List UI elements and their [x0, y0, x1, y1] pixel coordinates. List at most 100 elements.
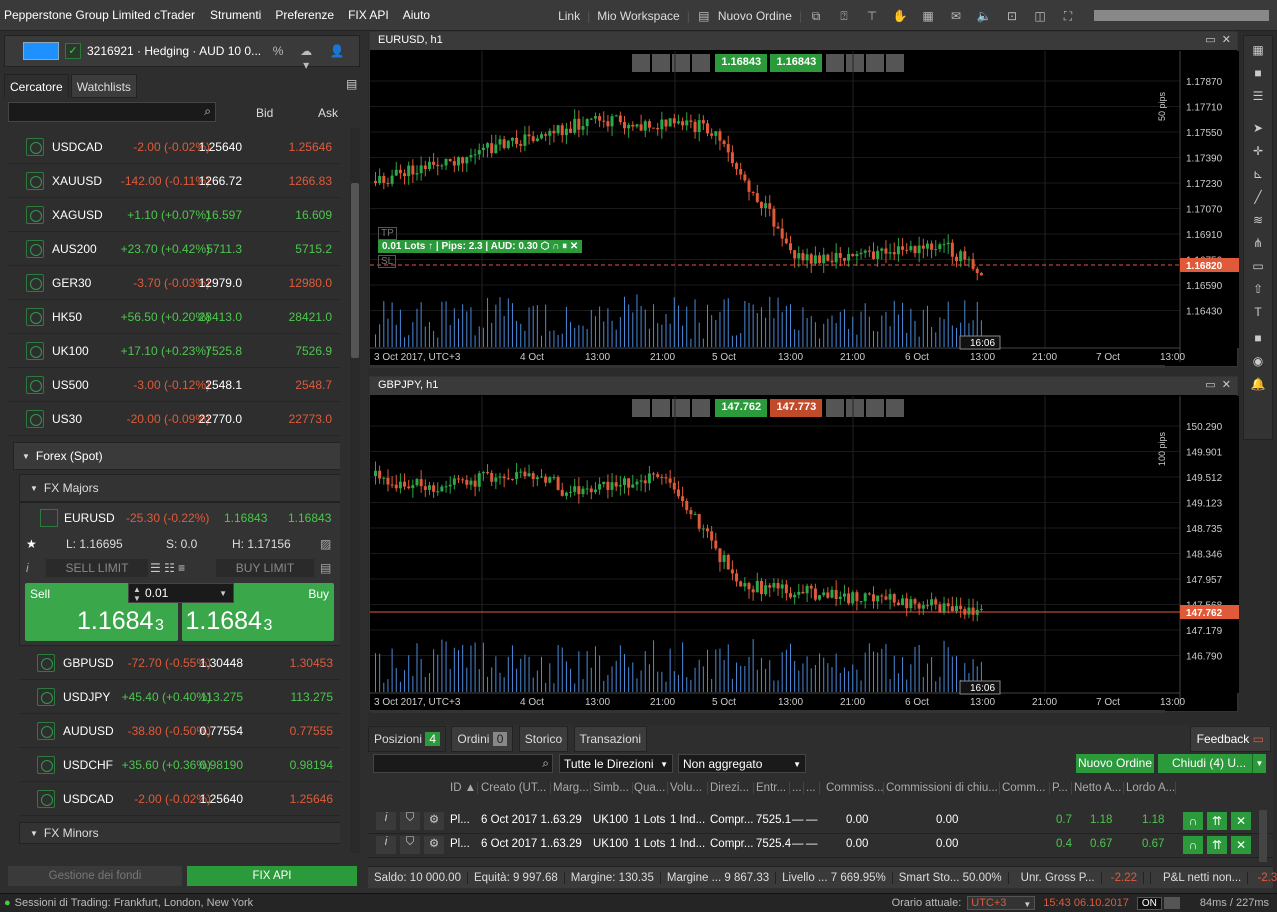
double-up-icon[interactable]: ⇈ [1207, 836, 1227, 854]
bell-icon[interactable]: 🔔 [1249, 375, 1267, 393]
close-position-icon[interactable]: ✕ [1231, 836, 1251, 854]
watch-icon[interactable] [26, 409, 44, 428]
window-controls[interactable]: ▭ ✕ [1205, 378, 1231, 391]
list-item[interactable]: US30 -20.00 (-0.09%) 22770.0 22773.0 [8, 402, 340, 436]
gear-icon[interactable]: ⚙ [424, 812, 444, 830]
sound-icon[interactable]: 🔈 [975, 9, 993, 23]
text-tool-icon[interactable]: T [1249, 303, 1267, 321]
tab-storico[interactable]: Storico [518, 726, 569, 752]
arrow-up-icon[interactable]: ⇧ [1249, 280, 1267, 298]
column-header[interactable]: ... [806, 782, 820, 794]
watch-icon[interactable] [26, 375, 44, 394]
aggregation-select[interactable]: Non aggregato ▼ [678, 754, 806, 773]
info-icon[interactable]: i [26, 561, 29, 575]
column-header[interactable]: Lordo A... [1126, 782, 1176, 794]
column-header[interactable]: Comm... [1002, 782, 1050, 794]
column-header[interactable]: Netto A... [1074, 782, 1124, 794]
watch-icon[interactable] [40, 509, 58, 527]
close-all-button[interactable]: Chiudi (4) U... ▼ [1158, 754, 1266, 773]
account-selector[interactable]: ✓ 3216921 · Hedging · AUD 10 0... % ☁▾ 👤 [4, 35, 360, 72]
list-item[interactable]: USDCAD -2.00 (-0.02%) 1.25640 1.25646 [8, 130, 340, 164]
new-order-button[interactable]: Nuovo Ordine [1076, 754, 1154, 773]
calculator-icon[interactable]: ▦ [919, 9, 937, 23]
column-header[interactable]: Creato (UT... [481, 782, 551, 794]
list-item[interactable]: AUS200 +23.70 (+0.42%) 5711.3 5715.2 [8, 232, 340, 266]
subgroup-fx-minors[interactable]: FX Minors [19, 822, 340, 844]
column-header[interactable]: Qua... [634, 782, 668, 794]
new-order-menu-button[interactable]: Nuovo Ordine [718, 9, 799, 23]
alert-icon[interactable]: ⍰ [835, 9, 853, 23]
info-icon[interactable]: i [376, 812, 396, 830]
feedback-button[interactable]: Feedback ▭ [1189, 726, 1271, 752]
window-controls[interactable]: ▭ ✕ [1205, 33, 1231, 46]
percent-icon[interactable]: % [269, 44, 287, 58]
left-scrollbar[interactable] [350, 128, 360, 853]
column-header[interactable]: Simb... [593, 782, 633, 794]
split-icon[interactable]: ◫ [1031, 9, 1049, 23]
chart-icon[interactable]: ▨ [320, 537, 331, 551]
tab-watchlists[interactable]: Watchlists [70, 74, 137, 98]
list-item[interactable]: GER30 -3.70 (-0.03%) 12979.0 12980.0 [8, 266, 340, 300]
double-up-icon[interactable]: ⇈ [1207, 812, 1227, 830]
list-item[interactable]: AUDUSD -38.80 (-0.50%) 0.77554 0.77555 [19, 714, 340, 748]
star-icon[interactable]: ★ [26, 537, 37, 551]
toggle-on[interactable]: ON [1136, 896, 1162, 910]
positions-search-input[interactable]: ⌕ [373, 754, 553, 773]
positions-scrollbar[interactable] [1259, 810, 1267, 862]
watch-icon[interactable] [26, 171, 44, 190]
watchlist-doc-icon[interactable]: ▤ [346, 77, 357, 91]
layout-icon[interactable]: ⧉ [807, 9, 825, 23]
fullscreen-icon[interactable]: ⛶ [1059, 9, 1077, 23]
watch-icon[interactable] [26, 273, 44, 292]
menu-strumenti[interactable]: Strumenti [203, 8, 268, 22]
list-item[interactable]: HK50 +56.50 (+0.20%) 28413.0 28421.0 [8, 300, 340, 334]
fibonacci-icon[interactable]: ≋ [1249, 211, 1267, 229]
funds-button[interactable]: Gestione dei fondi [8, 866, 182, 886]
menu-preferenze[interactable]: Preferenze [268, 8, 341, 22]
buy-limit-button[interactable]: BUY LIMIT [216, 559, 314, 577]
timezone-select[interactable]: UTC+3 ▼ [967, 896, 1036, 910]
undo-icon[interactable]: ∩ [1183, 836, 1203, 854]
undo-icon[interactable]: ∩ [1183, 812, 1203, 830]
list-item[interactable]: US500 -3.00 (-0.12%) 2548.1 2548.7 [8, 368, 340, 402]
symbol-search-input[interactable]: ⌕ [8, 102, 216, 122]
watch-icon[interactable] [26, 137, 44, 156]
column-header[interactable]: Direzi... [710, 782, 754, 794]
table-row[interactable]: i ⛉ ⚙ Pl... 6 Oct 2017 1... 63.29 UK100 1 Lot… [368, 834, 1273, 858]
column-header[interactable]: Entr... [756, 782, 790, 794]
link-button[interactable]: Link [551, 9, 587, 23]
reverse-button[interactable]: ∩ ⇈ ✕ [1183, 812, 1255, 830]
list-item[interactable]: USDCHF +35.60 (+0.36%) 0.98190 0.98194 [19, 748, 340, 782]
list-item[interactable]: XAUUSD -142.00 (-0.11%) 1266.72 1266.83 [8, 164, 340, 198]
watch-icon[interactable] [37, 755, 55, 774]
shield-icon[interactable]: ⛉ [400, 836, 420, 854]
column-header[interactable]: P... [1052, 782, 1072, 794]
gbpjpy-chart-canvas[interactable]: 150.290 149.901 149.512 149.123 148.735 148.3… [370, 396, 1239, 713]
direction-select[interactable]: Tutte le Direzioni ▼ [559, 754, 673, 773]
ruler-icon[interactable]: ⊾ [1249, 165, 1267, 183]
camera-icon[interactable]: ◉ [1249, 352, 1267, 370]
sell-limit-button[interactable]: SELL LIMIT [46, 559, 148, 577]
single-layout-icon[interactable]: ■ [1249, 64, 1267, 82]
doc-icon[interactable]: ▤ [320, 561, 331, 575]
color-swatch-icon[interactable]: ■ [1249, 329, 1267, 347]
column-header[interactable]: ID ▲ [450, 782, 478, 794]
menu-aiuto[interactable]: Aiuto [396, 8, 437, 22]
list-item[interactable]: UK100 +17.10 (+0.23%) 7525.8 7526.9 [8, 334, 340, 368]
column-header[interactable]: Marg... [553, 782, 591, 794]
toggle-off[interactable] [1163, 897, 1180, 909]
line-icon[interactable]: ╱ [1249, 188, 1267, 206]
cursor-icon[interactable]: ➤ [1249, 119, 1267, 137]
column-header[interactable]: Volu... [670, 782, 708, 794]
crosshair-icon[interactable]: ✛ [1249, 142, 1267, 160]
watch-icon[interactable] [26, 205, 44, 224]
position-line-label[interactable]: 0.01 Lots ↑ | Pips: 2.3 | AUD: 0.30 ⬡ ∩ … [378, 240, 583, 253]
list-item[interactable]: USDCAD -2.00 (-0.02%) 1.25640 1.25646 [19, 782, 340, 816]
subgroup-fx-majors[interactable]: FX Majors [19, 474, 340, 502]
depth-icons[interactable]: ☰ ☷ ≡ [150, 561, 185, 575]
watch-icon[interactable] [26, 307, 44, 326]
tab-posizioni[interactable]: Posizioni 4 [368, 726, 447, 752]
watch-icon[interactable] [26, 341, 44, 360]
rectangle-icon[interactable]: ▭ [1249, 257, 1267, 275]
text-icon[interactable]: ⊤ [863, 9, 881, 23]
